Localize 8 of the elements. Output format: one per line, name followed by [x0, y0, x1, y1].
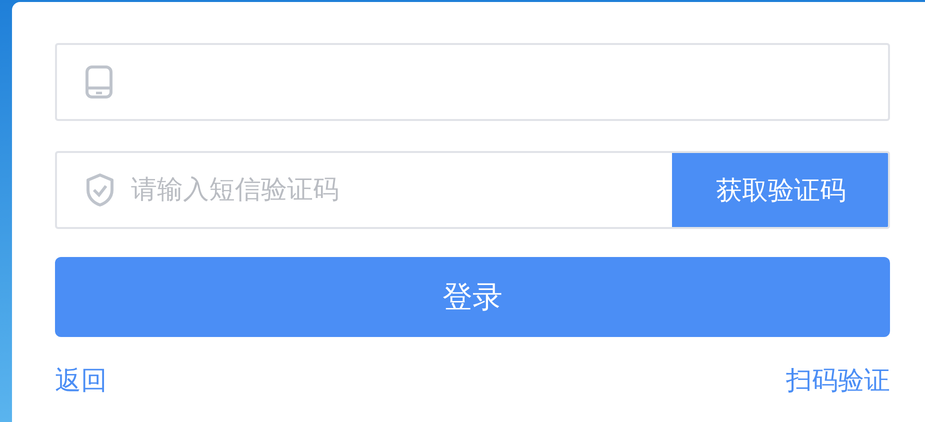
get-code-button[interactable]: 获取验证码	[672, 153, 888, 227]
scan-verify-link[interactable]: 扫码验证	[786, 363, 890, 398]
phone-field[interactable]	[55, 43, 890, 121]
shield-check-icon	[85, 173, 115, 207]
back-link[interactable]: 返回	[55, 363, 107, 398]
code-field[interactable]: 请输入短信验证码 获取验证码	[55, 151, 890, 229]
phone-icon	[85, 65, 113, 99]
login-button[interactable]: 登录	[55, 257, 890, 337]
